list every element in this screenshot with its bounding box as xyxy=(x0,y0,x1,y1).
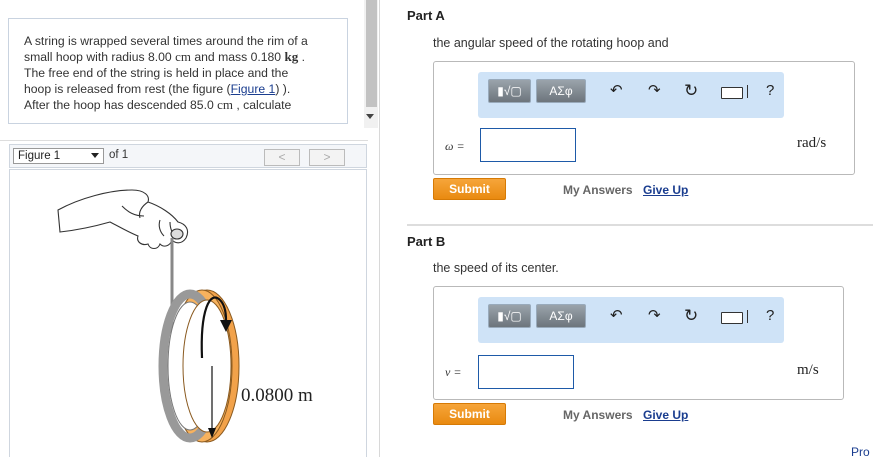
symbols-button[interactable]: ΑΣφ xyxy=(536,79,586,103)
scroll-down-arrow-icon[interactable] xyxy=(366,114,374,119)
part-a-math-toolbar: ▮√▢ ΑΣφ ↶ ↷ ↻ ? xyxy=(478,72,784,118)
keyboard-icon[interactable] xyxy=(721,87,743,99)
angular-speed-input[interactable] xyxy=(480,128,576,162)
part-a-give-up-link[interactable]: Give Up xyxy=(643,183,688,197)
problem-statement: A string is wrapped several times around… xyxy=(8,18,348,124)
radius-label: 0.0800 m xyxy=(241,385,313,406)
part-a-submit-button[interactable]: Submit xyxy=(433,178,506,200)
problem-line: The free end of the string is held in pl… xyxy=(24,66,289,80)
redo-icon[interactable]: ↷ xyxy=(648,83,661,99)
problem-line: and mass 0.180 xyxy=(190,50,285,64)
part-a-question: the angular speed of the rotating hoop a… xyxy=(433,36,669,50)
problem-line: , calculate xyxy=(233,98,292,112)
problem-line: A string is wrapped several times around… xyxy=(24,34,308,48)
part-b-give-up-link[interactable]: Give Up xyxy=(643,408,688,422)
keyboard-bracket xyxy=(745,85,748,98)
help-button[interactable]: ? xyxy=(766,83,774,99)
radius-unit: cm xyxy=(175,49,191,64)
center-speed-input[interactable] xyxy=(478,355,574,389)
figure-select-value: Figure 1 xyxy=(18,150,61,162)
part-a-my-answers-link[interactable]: My Answers xyxy=(563,183,633,197)
reset-icon[interactable]: ↻ xyxy=(684,307,698,324)
problem-line: ) ). xyxy=(275,82,291,96)
undo-icon[interactable]: ↶ xyxy=(610,308,623,324)
pane-divider xyxy=(379,0,380,457)
hand-illustration xyxy=(57,189,189,250)
reset-icon[interactable]: ↻ xyxy=(684,82,698,99)
problem-line: small hoop with radius 8.00 xyxy=(24,50,176,64)
figure-select[interactable]: Figure 1 xyxy=(13,148,104,164)
distance-unit: cm xyxy=(217,97,234,112)
figure-count: of 1 xyxy=(109,149,129,161)
help-button[interactable]: ? xyxy=(766,308,774,324)
mass-unit: kg xyxy=(284,49,299,64)
part-b-title: Part B xyxy=(407,234,446,249)
templates-button[interactable]: ▮√▢ xyxy=(488,304,531,328)
problem-line: hoop is released from rest (the figure ( xyxy=(24,82,231,96)
hoop-figure: 0.0800 m xyxy=(57,189,313,443)
v-label: v = xyxy=(445,365,462,379)
redo-icon[interactable]: ↷ xyxy=(648,308,661,324)
part-separator xyxy=(407,224,873,226)
hoop xyxy=(158,289,240,443)
problem-line: After the hoop has descended 85.0 xyxy=(24,98,218,112)
problem-line: . xyxy=(298,50,305,64)
part-a-unit: rad/s xyxy=(797,135,827,151)
templates-button[interactable]: ▮√▢ xyxy=(488,79,531,103)
divider xyxy=(0,140,368,141)
part-b-my-answers-link[interactable]: My Answers xyxy=(563,408,633,422)
figure-link[interactable]: Figure 1 xyxy=(231,82,276,96)
part-b-unit: m/s xyxy=(797,362,819,378)
figure-panel: 0.0800 m xyxy=(9,169,367,457)
keyboard-bracket xyxy=(745,310,748,323)
next-figure-button[interactable]: > xyxy=(309,149,345,166)
undo-icon[interactable]: ↶ xyxy=(610,83,623,99)
keyboard-icon[interactable] xyxy=(721,312,743,324)
part-a-title: Part A xyxy=(407,8,445,23)
omega-label: ω = xyxy=(445,139,465,153)
symbols-button[interactable]: ΑΣφ xyxy=(536,304,586,328)
chevron-down-icon xyxy=(91,153,99,158)
scrollbar-thumb[interactable] xyxy=(366,0,377,107)
part-b-question: the speed of its center. xyxy=(433,261,559,275)
part-b-math-toolbar: ▮√▢ ΑΣφ ↶ ↷ ↻ ? xyxy=(478,297,784,343)
prev-figure-button[interactable]: < xyxy=(264,149,300,166)
part-b-submit-button[interactable]: Submit xyxy=(433,403,506,425)
